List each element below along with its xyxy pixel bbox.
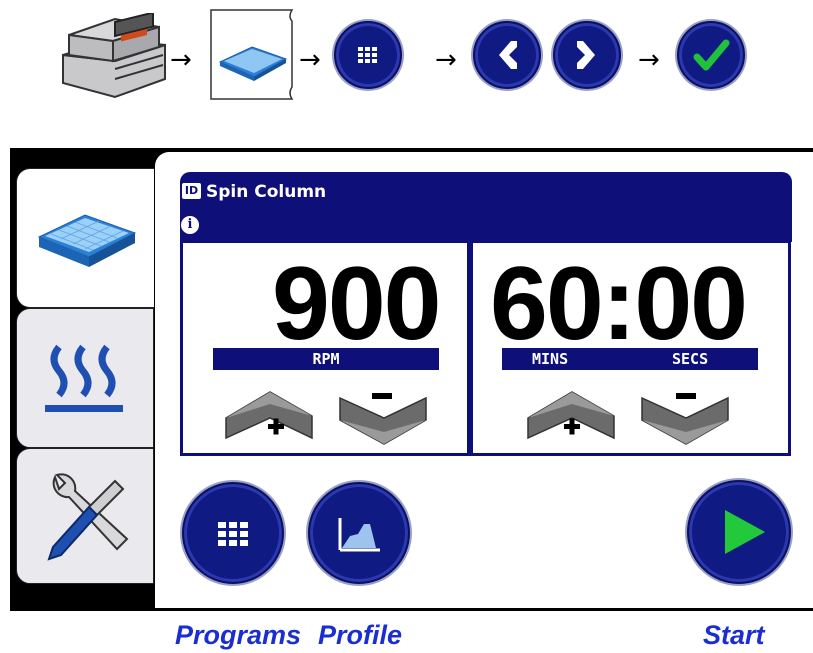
- time-decrease-button[interactable]: [640, 390, 730, 446]
- profile-button[interactable]: [308, 482, 410, 584]
- next-icon: [553, 21, 621, 89]
- workflow-arrow: →: [170, 45, 192, 75]
- confirm-check-icon: [677, 21, 745, 89]
- programs-button[interactable]: [182, 482, 284, 584]
- start-caption: Start: [703, 620, 765, 650]
- seconds-label: SECS: [672, 350, 709, 368]
- programs-caption: Programs: [175, 620, 302, 650]
- speed-value[interactable]: 900: [272, 252, 442, 356]
- minutes-label: MINS: [532, 350, 569, 368]
- programs-grid-icon: [218, 522, 248, 546]
- tab-plate[interactable]: [16, 168, 154, 308]
- workflow-arrow: →: [638, 45, 660, 75]
- rpm-label-bar: RPM: [213, 348, 439, 370]
- previous-icon: [473, 21, 541, 89]
- plate-icon: [37, 214, 137, 267]
- workflow-row: → → → →: [0, 0, 813, 120]
- workflow-arrow: →: [299, 45, 321, 75]
- programs-grid-icon: [334, 21, 402, 89]
- plate-card: [208, 7, 298, 101]
- time-value[interactable]: 60:00: [490, 252, 748, 356]
- rpm-label: RPM: [312, 350, 340, 368]
- program-name: Spin Column: [206, 182, 327, 202]
- speed-increase-button[interactable]: [224, 390, 314, 446]
- play-icon: [725, 510, 765, 554]
- speed-decrease-button[interactable]: [338, 390, 428, 446]
- tab-heat[interactable]: [16, 308, 154, 448]
- tab-tools[interactable]: [16, 448, 154, 584]
- workflow-arrow: →: [435, 45, 457, 75]
- info-icon[interactable]: i: [181, 216, 199, 234]
- start-button[interactable]: [687, 480, 791, 584]
- rotor-lid-icon: [55, 11, 173, 103]
- tools-icon: [47, 473, 129, 561]
- time-label-bar: MINS SECS: [502, 348, 758, 370]
- time-increase-button[interactable]: [526, 390, 616, 446]
- heat-icon: [45, 344, 123, 412]
- profile-caption: Profile: [318, 620, 403, 650]
- id-badge: ID: [182, 183, 201, 199]
- profile-chart-icon: [338, 518, 380, 552]
